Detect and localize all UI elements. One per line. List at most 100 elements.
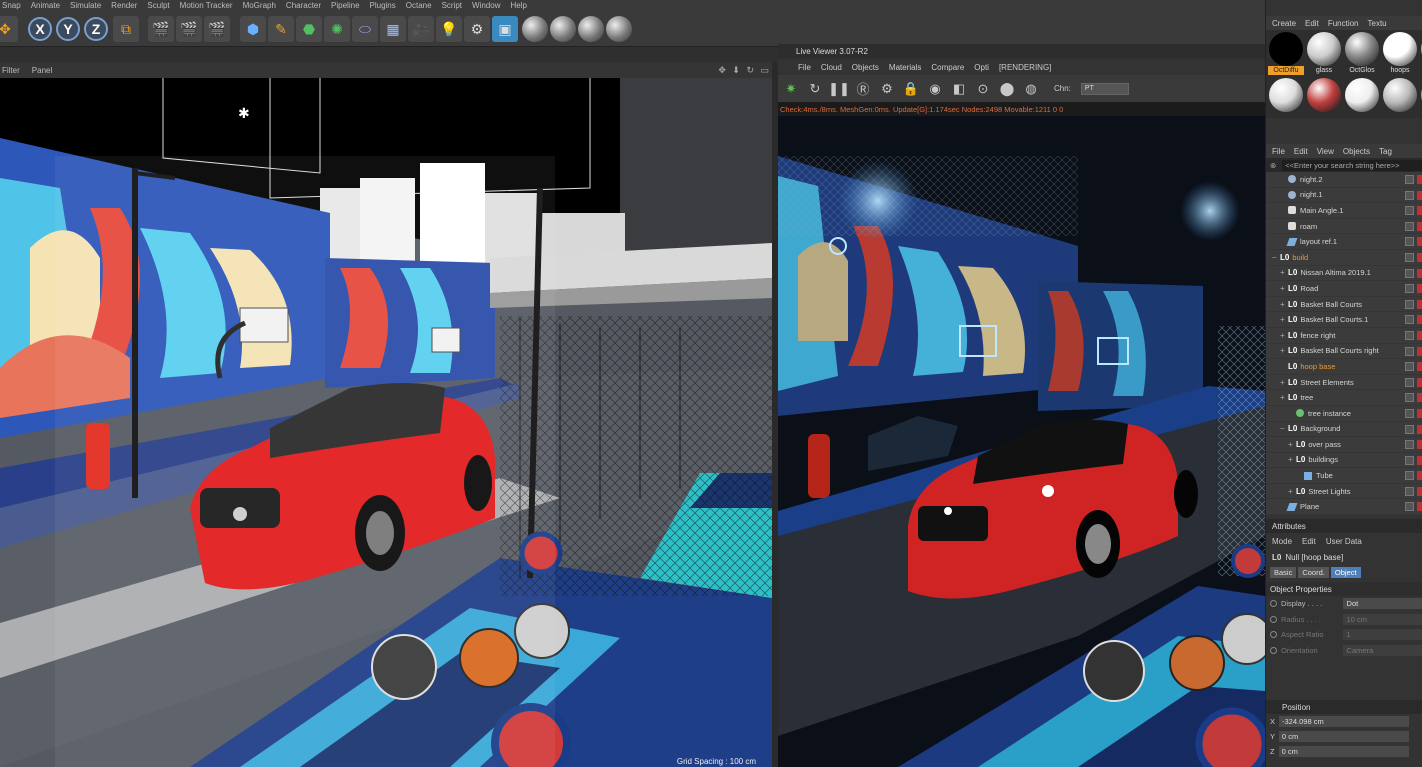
live-viewer-menu-item[interactable]: Cloud [821, 63, 842, 72]
visibility-toggle[interactable] [1405, 284, 1414, 294]
object-tree-row[interactable]: layout ref.1 [1266, 234, 1422, 250]
expand-toggle-icon[interactable]: − [1280, 424, 1288, 433]
object-search-input[interactable]: <<Enter your search string here>> [1282, 159, 1422, 171]
object-tree-row[interactable]: + L0 Basket Ball Courts right [1266, 344, 1422, 360]
viewport-menu-panel[interactable]: Panel [32, 66, 52, 75]
object-tree-row[interactable]: + L0 Basket Ball Courts.1 [1266, 312, 1422, 328]
pen-icon[interactable]: ✎ [268, 16, 294, 42]
clear-search-icon[interactable]: ⊗ [1270, 161, 1276, 170]
menu-snap[interactable]: Snap [2, 1, 21, 10]
object-tree-row[interactable]: L0 hoop base [1266, 359, 1422, 375]
attributes-tab[interactable]: Basic [1270, 566, 1297, 578]
deformer-icon[interactable]: ⬭ [352, 16, 378, 42]
expand-toggle-icon[interactable]: + [1280, 315, 1288, 324]
visibility-toggle[interactable] [1405, 486, 1414, 496]
attributes-menu-item[interactable]: Edit [1302, 537, 1316, 546]
menu-simulate[interactable]: Simulate [70, 1, 101, 10]
object-tree-row[interactable]: night.2 [1266, 172, 1422, 188]
expand-toggle-icon[interactable]: + [1280, 300, 1288, 309]
menu-render[interactable]: Render [111, 1, 137, 10]
cloner-icon[interactable]: ✺ [324, 16, 350, 42]
live-viewer-menu-item[interactable]: File [798, 63, 811, 72]
menu-script[interactable]: Script [442, 1, 462, 10]
subdivision-icon[interactable]: ⬣ [296, 16, 322, 42]
object-tree-row[interactable]: Plane [1266, 499, 1422, 516]
attributes-tab[interactable]: Coord. [1298, 566, 1329, 578]
object-tree-row[interactable]: + L0 Nissan Altima 2019.1 [1266, 266, 1422, 282]
menu-motion-tracker[interactable]: Motion Tracker [180, 1, 233, 10]
expand-toggle-icon[interactable]: − [1272, 253, 1280, 262]
visibility-toggle[interactable] [1405, 393, 1414, 403]
lock-icon[interactable]: 🔒 [902, 80, 920, 98]
menu-window[interactable]: Window [472, 1, 500, 10]
visibility-toggle[interactable] [1405, 206, 1414, 216]
octane-live-viewer-icon[interactable]: ▣ [492, 16, 518, 42]
restart-render-icon[interactable]: ↻ [806, 80, 824, 98]
object-menu-item[interactable]: Edit [1294, 147, 1308, 156]
visibility-toggle[interactable] [1405, 440, 1414, 450]
material-preview-ball[interactable] [1383, 78, 1417, 112]
object-tree-row[interactable]: + L0 buildings [1266, 453, 1422, 469]
floor-icon[interactable]: ▦ [380, 16, 406, 42]
visibility-toggle[interactable] [1405, 455, 1414, 465]
object-tree-row[interactable]: + L0 fence right [1266, 328, 1422, 344]
visibility-toggle[interactable] [1405, 377, 1414, 387]
attributes-menu-item[interactable]: Mode [1272, 537, 1292, 546]
live-viewer-menu-item[interactable]: Compare [931, 63, 964, 72]
menu-character[interactable]: Character [286, 1, 321, 10]
property-animate-toggle[interactable] [1270, 646, 1277, 654]
object-menu-item[interactable]: File [1272, 147, 1285, 156]
object-menu-item[interactable]: View [1317, 147, 1334, 156]
octane-mix-icon[interactable] [606, 16, 632, 42]
material-picker-icon[interactable]: ◉ [926, 80, 944, 98]
octane-settings-icon[interactable]: ⚙ [464, 16, 490, 42]
visibility-toggle[interactable] [1405, 346, 1414, 356]
material-preview-ball[interactable] [1345, 32, 1379, 66]
editor-viewport[interactable]: ✱ Grid Spacing: 100 cm [0, 78, 772, 767]
visibility-toggle[interactable] [1405, 315, 1414, 325]
property-animate-toggle[interactable] [1270, 615, 1277, 623]
material-menu-item[interactable]: Function [1328, 19, 1359, 28]
visibility-toggle[interactable] [1405, 362, 1414, 372]
object-tree-row[interactable]: − L0 Background [1266, 422, 1422, 438]
property-animate-toggle[interactable] [1270, 600, 1277, 608]
material-swatch[interactable] [1268, 78, 1304, 121]
light-icon[interactable]: 💡 [436, 16, 462, 42]
object-tree-row[interactable]: + L0 Street Elements [1266, 375, 1422, 391]
viewport-nav-icons[interactable]: ✥ ⬇ ↻ ▭ [718, 65, 771, 76]
menu-pipeline[interactable]: Pipeline [331, 1, 359, 10]
material-swatch[interactable]: hoops [1382, 32, 1418, 75]
expand-toggle-icon[interactable]: + [1280, 393, 1288, 402]
send-scene-icon[interactable]: ✷ [782, 80, 800, 98]
material-preview-ball[interactable] [1307, 78, 1341, 112]
coord-value-input[interactable]: 0 cm [1278, 746, 1409, 758]
object-picker-icon[interactable]: ◧ [950, 80, 968, 98]
expand-toggle-icon[interactable]: + [1280, 378, 1288, 387]
octane-material-icon[interactable] [522, 16, 548, 42]
object-tree-row[interactable]: tree instance [1266, 406, 1422, 422]
object-menu-item[interactable]: Objects [1343, 147, 1370, 156]
viewport-menu-filter[interactable]: Filter [2, 66, 20, 75]
expand-toggle-icon[interactable]: + [1280, 284, 1288, 293]
expand-toggle-icon[interactable]: + [1280, 331, 1288, 340]
visibility-toggle[interactable] [1405, 502, 1414, 512]
live-viewer-menu-item[interactable]: Materials [889, 63, 921, 72]
render-view-icon[interactable]: 🎬 [148, 16, 174, 42]
object-tree-row[interactable]: roam [1266, 219, 1422, 235]
visibility-toggle[interactable] [1405, 408, 1414, 418]
visibility-toggle[interactable] [1405, 175, 1414, 184]
octane-glossy-icon[interactable] [550, 16, 576, 42]
material-preview-ball[interactable] [1345, 78, 1379, 112]
channel-select[interactable]: PT [1080, 82, 1129, 95]
material-preview-ball[interactable] [1269, 32, 1303, 66]
visibility-toggle[interactable] [1405, 424, 1414, 434]
material-swatch[interactable]: OctDiffu [1268, 32, 1304, 75]
menu-plugins[interactable]: Plugins [370, 1, 396, 10]
render-settings-icon[interactable]: 🎬 [204, 16, 230, 42]
octane-specular-icon[interactable] [578, 16, 604, 42]
region-render-icon[interactable]: Ⓡ [854, 80, 872, 98]
object-tree-row[interactable]: Tube [1266, 468, 1422, 484]
property-animate-toggle[interactable] [1270, 631, 1277, 639]
material-preview-ball[interactable] [1383, 32, 1417, 66]
coord-value-input[interactable]: -324.098 cm [1279, 716, 1410, 728]
